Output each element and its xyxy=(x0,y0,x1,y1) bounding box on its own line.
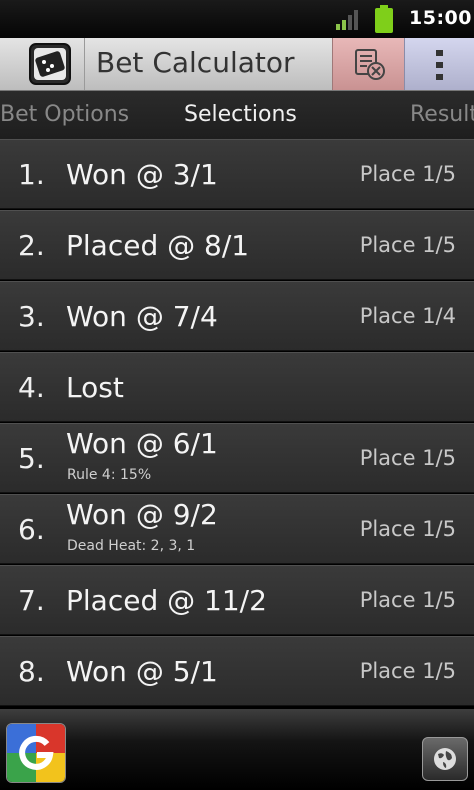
selection-deduction: Rule 4: 15% xyxy=(67,467,152,483)
status-bar: 15:00 xyxy=(0,0,474,38)
overflow-menu-icon xyxy=(436,50,443,80)
selection-number: 3. xyxy=(18,300,45,333)
selection-place-terms: Place 1/5 xyxy=(359,233,456,257)
selection-row-2[interactable]: 2. Placed @ 8/1 Place 1/5 xyxy=(0,210,474,280)
signal-icon xyxy=(336,10,358,30)
tab-result[interactable]: Result xyxy=(410,102,474,127)
tab-strip: Bet Options Selections Result xyxy=(0,91,474,139)
selection-row-4[interactable]: 4. Lost xyxy=(0,352,474,422)
selection-result: Placed @ 11/2 xyxy=(66,584,267,617)
bottom-bar xyxy=(0,709,474,790)
selection-row-1[interactable]: 1. Won @ 3/1 Place 1/5 xyxy=(0,139,474,209)
selection-place-terms: Place 1/5 xyxy=(359,517,456,541)
tab-bet-options[interactable]: Bet Options xyxy=(0,102,129,127)
action-bar: Bet Calculator xyxy=(0,38,474,91)
selection-number: 5. xyxy=(18,442,45,475)
app-icon-button[interactable] xyxy=(0,38,85,90)
app-title: Bet Calculator xyxy=(96,46,295,79)
clear-selections-icon xyxy=(355,49,385,80)
selection-row-7[interactable]: 7. Placed @ 11/2 Place 1/5 xyxy=(0,565,474,635)
selection-row-8[interactable]: 8. Won @ 5/1 Place 1/5 xyxy=(0,636,474,706)
battery-icon xyxy=(375,5,393,33)
selection-result: Lost xyxy=(66,371,124,404)
selection-place-terms: Place 1/5 xyxy=(359,659,456,683)
selection-row-5[interactable]: 5. Won @ 6/1 Rule 4: 15% Place 1/5 xyxy=(0,423,474,493)
clock: 15:00 xyxy=(409,7,472,29)
overflow-menu-button[interactable] xyxy=(404,38,474,90)
google-search-icon[interactable] xyxy=(6,723,66,783)
selection-number: 8. xyxy=(18,655,45,688)
browser-globe-icon xyxy=(434,748,456,770)
calculator-app-icon xyxy=(29,43,71,85)
selection-place-terms: Place 1/5 xyxy=(359,588,456,612)
clear-selections-button[interactable] xyxy=(332,38,405,90)
selection-result: Won @ 9/2 xyxy=(66,498,218,531)
selection-number: 2. xyxy=(18,229,45,262)
selection-result: Won @ 7/4 xyxy=(66,300,218,333)
selection-place-terms: Place 1/5 xyxy=(359,162,456,186)
selection-number: 1. xyxy=(18,158,45,191)
tab-selections[interactable]: Selections xyxy=(184,102,297,127)
selection-result: Won @ 3/1 xyxy=(66,158,218,191)
selection-number: 4. xyxy=(18,371,45,404)
selection-list: 1. Won @ 3/1 Place 1/5 2. Placed @ 8/1 P… xyxy=(0,139,474,709)
selection-place-terms: Place 1/5 xyxy=(359,446,456,470)
selection-result: Won @ 5/1 xyxy=(66,655,218,688)
selection-row-3[interactable]: 3. Won @ 7/4 Place 1/4 xyxy=(0,281,474,351)
selection-result: Won @ 6/1 xyxy=(66,427,218,460)
selection-row-6[interactable]: 6. Won @ 9/2 Dead Heat: 2, 3, 1 Place 1/… xyxy=(0,494,474,564)
selection-place-terms: Place 1/4 xyxy=(359,304,456,328)
selection-deduction: Dead Heat: 2, 3, 1 xyxy=(67,538,196,554)
browser-button[interactable] xyxy=(422,737,468,781)
selection-number: 7. xyxy=(18,584,45,617)
selection-number: 6. xyxy=(18,513,45,546)
selection-result: Placed @ 8/1 xyxy=(66,229,250,262)
